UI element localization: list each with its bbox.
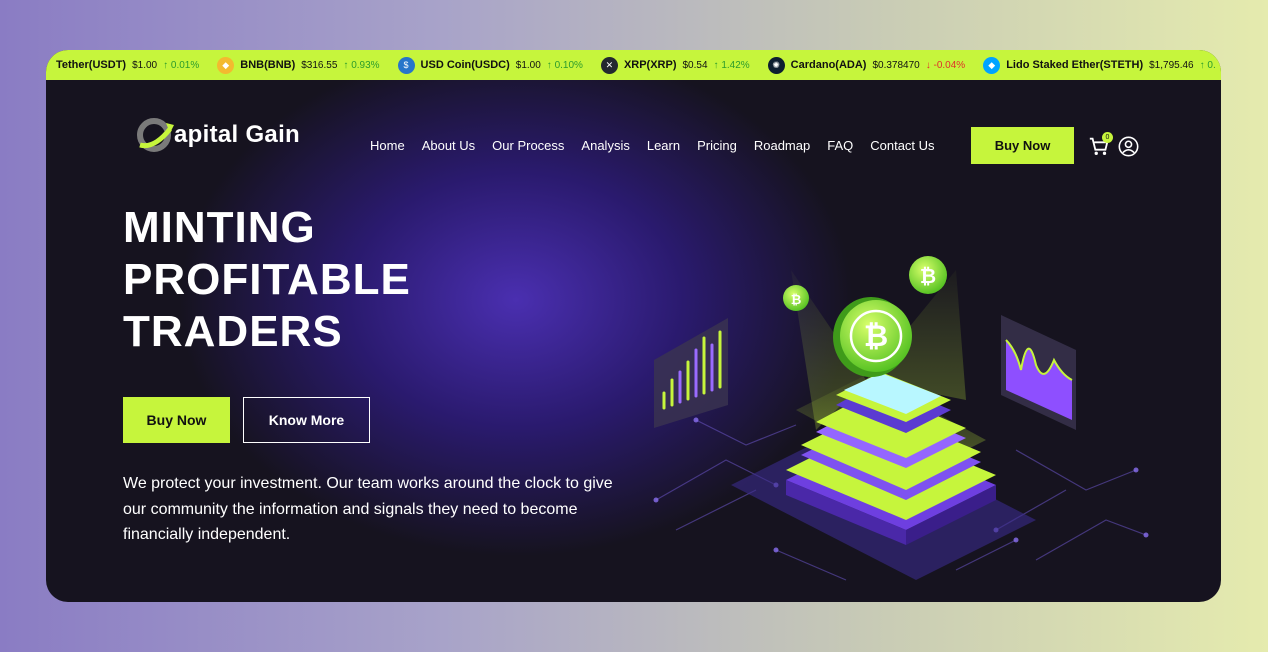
hero-frame: Tether(USDT) $1.00 ↑ 0.01% ◆ BNB(BNB) $3… xyxy=(46,50,1221,602)
header-buy-now-button[interactable]: Buy Now xyxy=(971,127,1074,164)
nav-pricing[interactable]: Pricing xyxy=(697,138,737,153)
hero-title-line: MINTING xyxy=(123,203,316,252)
brand-logo[interactable]: apital Gain xyxy=(136,115,300,155)
ticker-price: $1,795.46 xyxy=(1149,59,1194,71)
nav-our-process[interactable]: Our Process xyxy=(492,138,564,153)
logo-icon xyxy=(137,118,174,152)
user-icon[interactable] xyxy=(1118,136,1139,157)
nav-learn[interactable]: Learn xyxy=(647,138,680,153)
know-more-button[interactable]: Know More xyxy=(243,397,370,443)
ticker-change: ↑ 0.93% xyxy=(343,59,380,71)
svg-text:₿: ₿ xyxy=(791,293,802,308)
nav-home[interactable]: Home xyxy=(370,138,405,153)
steth-icon: ◆ xyxy=(983,56,1001,74)
crypto-platform-illustration: ₿ ₿ ₿ xyxy=(653,256,1149,581)
ticker-name: Cardano(ADA) xyxy=(790,59,867,71)
bnb-icon: ◆ xyxy=(217,56,235,74)
usdc-icon: $ xyxy=(397,56,415,74)
hero-title-line: TRADERS xyxy=(123,307,343,356)
cart-count-badge: 0 xyxy=(1102,132,1113,143)
ticker-price: $316.55 xyxy=(301,59,338,71)
ticker-name: Lido Staked Ether(STETH) xyxy=(1006,59,1144,71)
nav-roadmap[interactable]: Roadmap xyxy=(754,138,810,153)
ticker-item[interactable]: Tether(USDT) $1.00 ↑ 0.01% xyxy=(56,59,199,71)
ticker-change: ↑ 1.42% xyxy=(713,59,750,71)
hero-buy-now-button[interactable]: Buy Now xyxy=(123,397,230,443)
ticker-price: $1.00 xyxy=(515,59,541,71)
ticker-name: XRP(XRP) xyxy=(623,59,677,71)
hero-title-line: PROFITABLE xyxy=(123,255,411,304)
ticker-name: BNB(BNB) xyxy=(240,59,296,71)
svg-text:₿: ₿ xyxy=(864,319,888,354)
cardano-icon: ✺ xyxy=(767,56,785,74)
hero-description: We protect your investment. Our team wor… xyxy=(123,475,613,543)
ticker-change: ↑ 0.01% xyxy=(163,59,200,71)
ticker-name: Tether(USDT) xyxy=(56,59,127,71)
nav-analysis[interactable]: Analysis xyxy=(581,138,629,153)
ticker-item[interactable]: ✺ Cardano(ADA) $0.378470 ↓ -0.04% xyxy=(767,56,966,74)
ticker-change: ↑ 0. xyxy=(1199,59,1216,71)
ticker-price: $1.00 xyxy=(132,59,158,71)
ticker-item[interactable]: ✕ XRP(XRP) $0.54 ↑ 1.42% xyxy=(600,56,750,74)
price-ticker: Tether(USDT) $1.00 ↑ 0.01% ◆ BNB(BNB) $3… xyxy=(46,50,1221,80)
ticker-item[interactable]: ◆ Lido Staked Ether(STETH) $1,795.46 ↑ 0… xyxy=(983,56,1216,74)
brand-name: apital Gain xyxy=(174,121,300,148)
ticker-price: $0.378470 xyxy=(872,59,920,71)
ticker-item[interactable]: $ USD Coin(USDC) $1.00 ↑ 0.10% xyxy=(397,56,583,74)
nav-about-us[interactable]: About Us xyxy=(422,138,475,153)
ticker-price: $0.54 xyxy=(682,59,708,71)
nav-contact-us[interactable]: Contact Us xyxy=(870,138,934,153)
svg-text:₿: ₿ xyxy=(920,264,936,288)
ticker-change: ↑ 0.10% xyxy=(546,59,583,71)
hero-title: MINTING PROFITABLE TRADERS xyxy=(123,202,411,358)
nav-faq[interactable]: FAQ xyxy=(827,138,853,153)
ticker-name: USD Coin(USDC) xyxy=(420,59,510,71)
xrp-icon: ✕ xyxy=(600,56,618,74)
ticker-item[interactable]: ◆ BNB(BNB) $316.55 ↑ 0.93% xyxy=(217,56,380,74)
ticker-change: ↓ -0.04% xyxy=(925,59,966,71)
main-nav: Home About Us Our Process Analysis Learn… xyxy=(370,138,952,153)
